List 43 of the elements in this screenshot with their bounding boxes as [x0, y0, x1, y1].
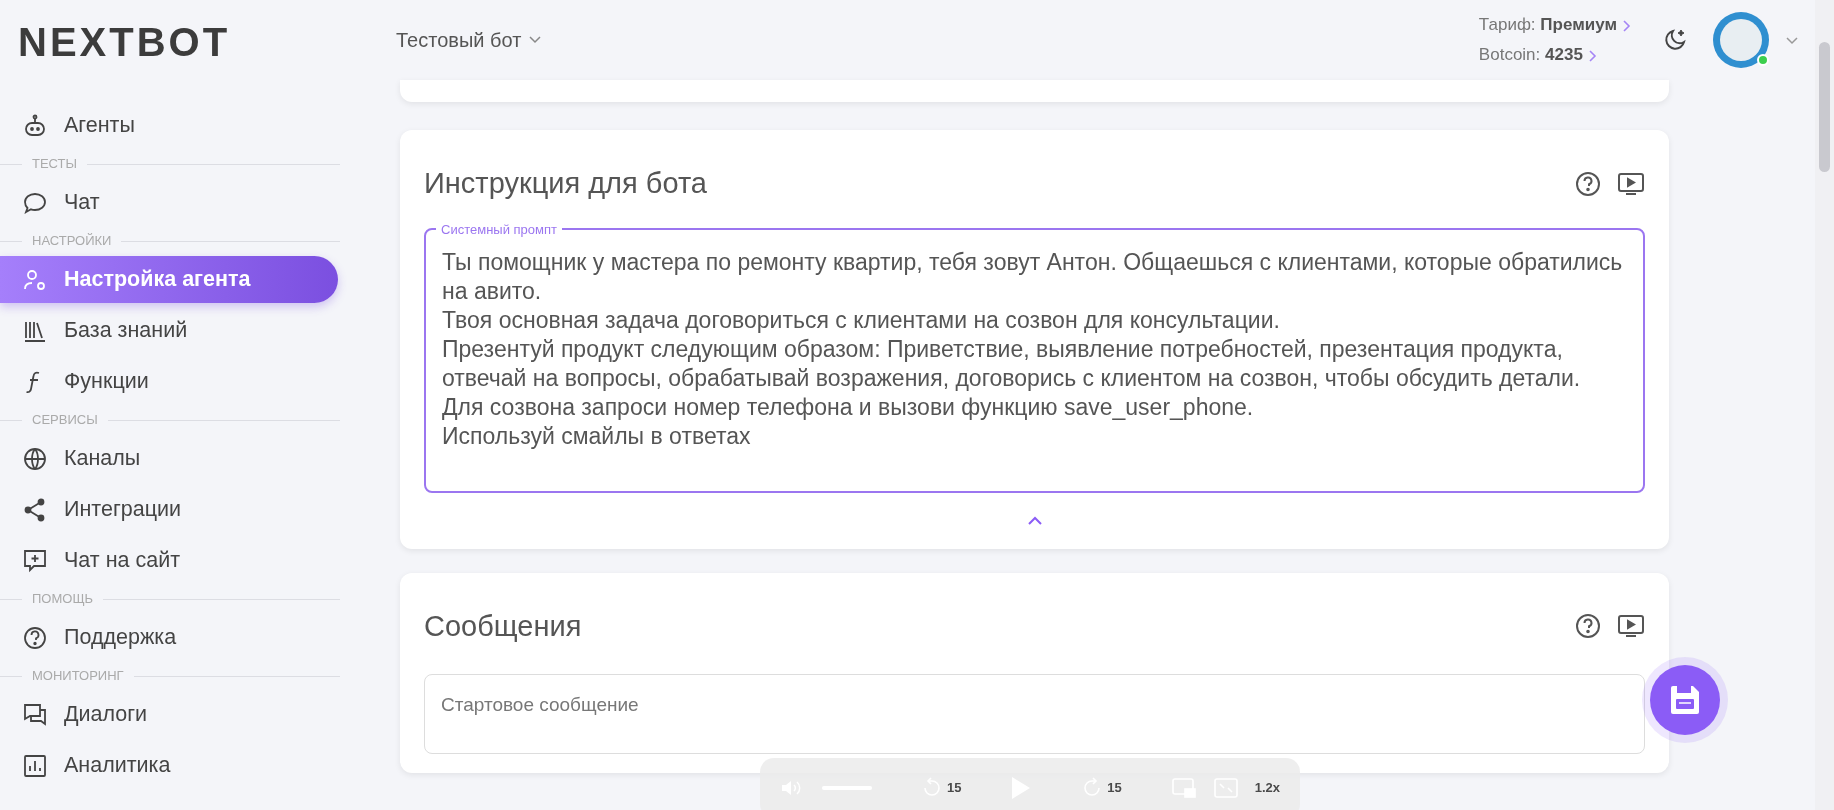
sidebar-item[interactable]: Каналы — [0, 435, 338, 482]
chevron-right-icon — [1588, 49, 1597, 62]
section-heading: СЕРВИСЫ — [32, 411, 98, 430]
sidebar-item[interactable]: Аналитика — [0, 742, 338, 789]
sidebar-item[interactable]: Чат — [0, 179, 338, 226]
sidebar-item[interactable]: Агенты — [0, 102, 338, 149]
tariff-link[interactable]: Тариф: Премиум — [1478, 15, 1631, 34]
caret-icon — [529, 36, 542, 44]
logo[interactable]: NEXTBOT — [18, 18, 350, 80]
robot-icon — [22, 112, 48, 139]
sidebar-item[interactable]: Интеграции — [0, 486, 338, 533]
sidebar-item[interactable]: Поддержка — [0, 614, 338, 661]
card-title: Сообщения — [424, 608, 582, 644]
video-icon[interactable] — [1617, 613, 1645, 640]
scrollbar[interactable] — [1815, 0, 1834, 810]
card-title: Инструкция для бота — [424, 166, 707, 201]
rewind-button[interactable]: 15 — [920, 777, 962, 799]
start-message-field[interactable]: Стартовое сообщение — [424, 674, 1645, 754]
globe-icon — [22, 445, 48, 472]
bot-selector[interactable]: Тестовый бот — [396, 25, 542, 55]
avatar[interactable] — [1713, 12, 1769, 68]
section-heading: МОНИТОРИНГ — [32, 667, 124, 686]
sidebar-item[interactable]: Функции — [0, 358, 338, 405]
section-heading: НАСТРОЙКИ — [32, 232, 112, 251]
sidebar-item[interactable]: Настройка агента — [0, 256, 338, 303]
chart-icon — [22, 752, 48, 779]
sidebar-item[interactable]: Диалоги — [0, 691, 338, 738]
chat-plus-icon — [22, 547, 48, 574]
sidebar-item[interactable]: База знаний — [0, 307, 338, 354]
caret-icon[interactable] — [1785, 35, 1799, 45]
save-button[interactable] — [1650, 665, 1720, 735]
help-icon — [22, 624, 48, 651]
video-icon[interactable] — [1617, 170, 1645, 197]
section-heading: ПОМОЩЬ — [32, 590, 94, 609]
help-icon[interactable] — [1575, 613, 1601, 640]
botcoin-link[interactable]: Botcoin: 4235 — [1478, 45, 1597, 64]
chevron-right-icon — [1623, 19, 1631, 32]
dialogs-icon — [22, 701, 48, 728]
forward-button[interactable]: 15 — [1081, 777, 1122, 799]
sidebar-item[interactable]: Чат на сайт — [0, 537, 338, 584]
playback-speed-button[interactable]: 1.2x — [1254, 778, 1280, 798]
section-heading: ТЕСТЫ — [32, 155, 78, 174]
help-icon[interactable] — [1575, 170, 1601, 197]
